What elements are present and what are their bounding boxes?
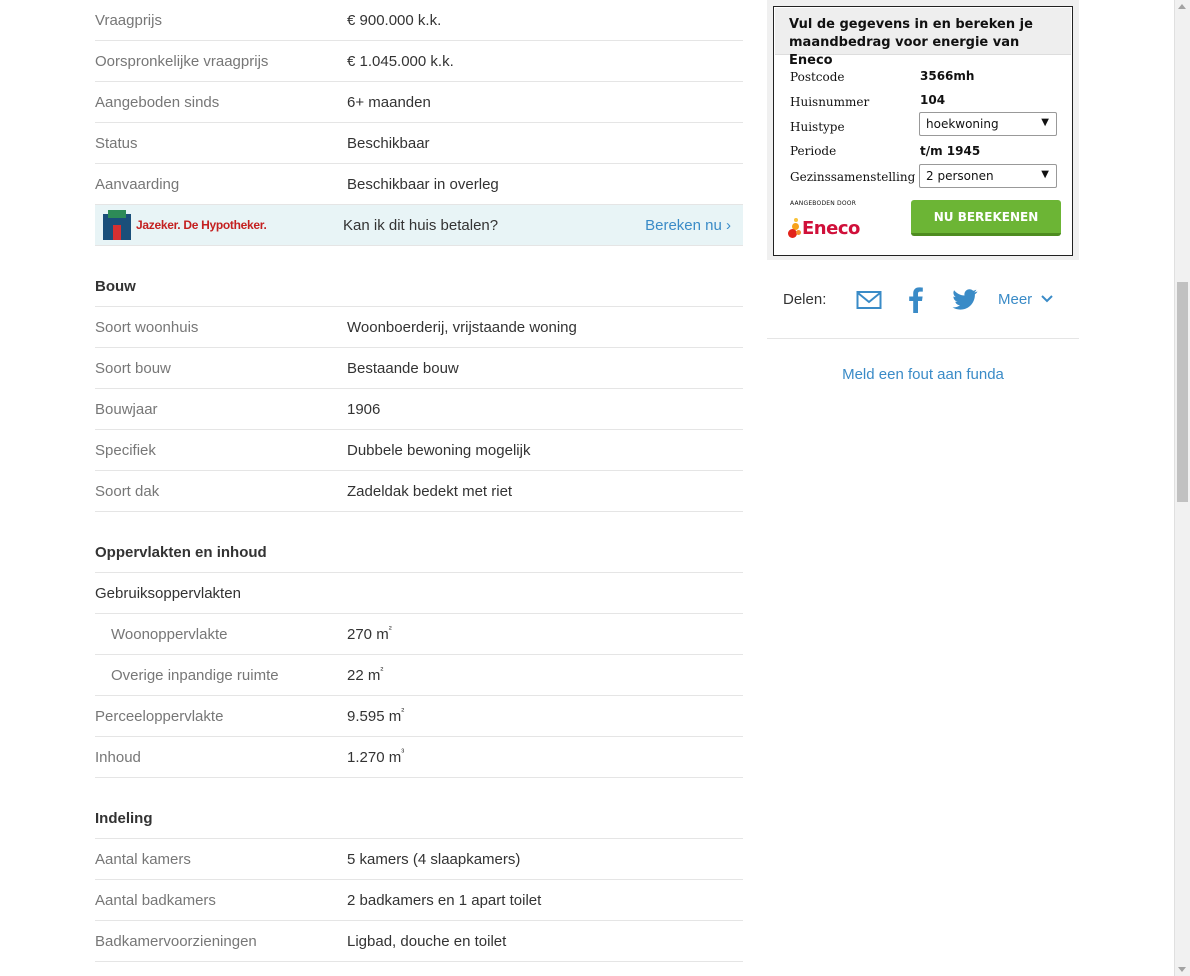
feature-row: Overige inpandige ruimte 22 m² [95,655,743,696]
eneco-heading: Vul de gegevens in en bereken je maandbe… [789,17,1033,68]
feature-key: Specifiek [95,441,156,459]
feature-key: Perceeloppervlakte [95,707,224,725]
huistype-select[interactable]: hoekwoning ▼ [919,112,1057,136]
feature-value: Beschikbaar [347,134,430,152]
periode-field[interactable]: t/m 1945 [920,144,980,158]
feature-key: Woonoppervlakte [111,625,228,643]
promo-question: Kan ik dit huis betalen? [343,216,499,234]
scroll-up-arrow-icon[interactable] [1178,4,1186,9]
gezin-select[interactable]: 2 personen ▼ [919,164,1057,188]
eneco-calculator: Vul de gegevens in en bereken je maandbe… [773,6,1073,256]
feature-row: Inhoud 1.270 m³ [95,737,743,778]
feature-key: Oorspronkelijke vraagprijs [95,52,269,70]
scrollbar-thumb[interactable] [1177,282,1188,502]
feature-key: Aantal kamers [95,850,191,868]
feature-value: 9.595 m² [347,705,405,725]
feature-key: Vraagprijs [95,11,162,29]
feature-value: Beschikbaar in overleg [347,175,499,193]
dropdown-arrow-icon: ▼ [1041,117,1049,128]
feature-row: Soort bouw Bestaande bouw [95,348,743,389]
feature-value: 1906 [347,400,381,418]
feature-key: Aanvaarding [95,175,180,193]
feature-row: Soort dak Zadeldak bedekt met riet [95,471,743,512]
share-more-button[interactable]: Meer [998,291,1054,308]
feature-row: Specifiek Dubbele bewoning mogelijk [95,430,743,471]
report-error-link[interactable]: Meld een fout aan funda [767,366,1079,383]
eneco-logo: Eneco [788,217,860,239]
feature-key: Soort woonhuis [95,318,199,336]
feature-value: Woonboerderij, vrijstaande woning [347,318,577,336]
feature-value: 2 badkamers en 1 apart toilet [347,891,542,909]
feature-row: Woonoppervlakte 270 m² [95,614,743,655]
share-label: Delen: [783,291,827,308]
facebook-icon[interactable] [908,287,924,318]
feature-row: Status Beschikbaar [95,123,743,164]
feature-key: Overige inpandige ruimte [111,666,279,684]
nu-berekenen-button[interactable]: NU BEREKENEN [911,200,1061,236]
feature-row: Oorspronkelijke vraagprijs € 1.045.000 k… [95,41,743,82]
bereken-nu-link[interactable]: Bereken nu › [645,217,731,234]
feature-row: Bouwjaar 1906 [95,389,743,430]
feature-value: € 900.000 k.k. [347,11,442,29]
eneco-dots-icon [788,217,802,239]
scrollbar[interactable] [1174,0,1190,976]
huistype-value: hoekwoning [926,117,999,131]
feature-value: Dubbele bewoning mogelijk [347,441,531,459]
feature-key: Aantal badkamers [95,891,216,909]
feature-subheading: Gebruiksoppervlakten [95,573,743,614]
feature-value: 1.270 m³ [347,746,405,766]
mail-icon[interactable] [856,290,882,315]
feature-value: Zadeldak bedekt met riet [347,482,513,500]
huisnummer-field[interactable]: 104 [920,93,945,107]
feature-key: Status [95,134,138,152]
postcode-label: Postcode [790,70,845,84]
gezin-value: 2 personen [926,169,994,183]
feature-subheading-label: Gebruiksoppervlakten [95,584,241,602]
section-title-oppervlakten: Oppervlakten en inhoud [95,532,743,573]
feature-row: Vraagprijs € 900.000 k.k. [95,0,743,41]
feature-row: Aangeboden sinds 6+ maanden [95,82,743,123]
feature-value: 22 m² [347,664,384,684]
twitter-icon[interactable] [952,289,978,316]
feature-value: 270 m² [347,623,392,643]
aangeboden-door: AANGEBODEN DOOR [790,200,857,207]
feature-value: 5 kamers (4 slaapkamers) [347,850,521,868]
feature-key: Soort dak [95,482,160,500]
dropdown-arrow-icon: ▼ [1041,169,1049,180]
feature-row: Badkamervoorzieningen Ligbad, douche en … [95,921,743,962]
feature-row: Perceeloppervlakte 9.595 m² [95,696,743,737]
hypotheker-promo[interactable]: Jazeker. De Hypotheker. Kan ik dit huis … [95,205,743,246]
feature-key: Inhoud [95,748,141,766]
huistype-label: Huistype [790,120,845,134]
feature-value: Ligbad, douche en toilet [347,932,507,950]
gezin-label: Gezinssamenstelling [790,170,916,184]
huisnummer-label: Huisnummer [790,95,870,109]
feature-row: Aanvaarding Beschikbaar in overleg [95,164,743,205]
hypotheker-logo: Jazeker. De Hypotheker. [103,210,343,240]
feature-key: Badkamervoorzieningen [95,932,257,950]
chevron-down-icon [1041,295,1054,303]
feature-row: Aantal badkamers 2 badkamers en 1 apart … [95,880,743,921]
feature-key: Bouwjaar [95,400,158,418]
feature-key: Aangeboden sinds [95,93,220,111]
section-title-indeling: Indeling [95,798,743,839]
eneco-ad: Vul de gegevens in en bereken je maandbe… [767,0,1079,260]
periode-label: Periode [790,144,837,158]
hypotheker-brand: Jazeker. De Hypotheker. [136,218,267,232]
feature-value: Bestaande bouw [347,359,459,377]
postcode-field[interactable]: 3566mh [920,69,974,83]
section-title-bouw: Bouw [95,266,743,307]
object-features: Vraagprijs € 900.000 k.k. Oorspronkelijk… [95,0,743,962]
feature-value: 6+ maanden [347,93,431,111]
eneco-wordmark: Eneco [802,217,860,239]
scroll-down-arrow-icon[interactable] [1178,967,1186,972]
feature-row: Aantal kamers 5 kamers (4 slaapkamers) [95,839,743,880]
feature-value: € 1.045.000 k.k. [347,52,454,70]
eneco-heading-bar: Vul de gegevens in en bereken je maandbe… [775,8,1071,68]
house-logo-icon [103,210,131,240]
feature-key: Soort bouw [95,359,171,377]
share-bar: Delen: Meer [767,279,1079,339]
feature-row: Soort woonhuis Woonboerderij, vrijstaand… [95,307,743,348]
